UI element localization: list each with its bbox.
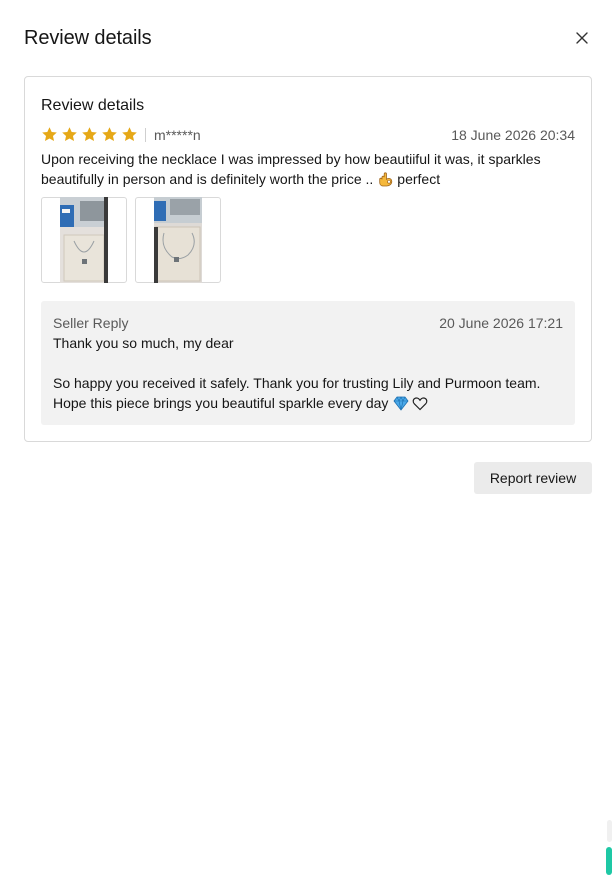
star-icon (82, 127, 97, 142)
seller-reply-date: 20 June 2026 17:21 (439, 315, 563, 331)
heart-outline-icon (413, 396, 428, 410)
seller-reply-line-3-text: Hope this piece brings you beautiful spa… (53, 395, 389, 411)
seller-reply: Seller Reply 20 June 2026 17:21 Thank yo… (41, 301, 575, 425)
review-date: 18 June 2026 20:34 (451, 127, 575, 143)
close-icon (576, 32, 588, 44)
gem-emoji-icon (393, 395, 409, 411)
review-text-line-2: beautifully in person and is definitely … (41, 169, 571, 189)
scroll-indicator[interactable] (606, 847, 612, 875)
report-review-button[interactable]: Report review (474, 462, 592, 494)
modal-title: Review details (24, 27, 152, 49)
rating-row: m*****n 18 June 2026 20:34 (41, 125, 575, 145)
star-icon (102, 127, 117, 142)
review-photos (41, 197, 221, 283)
ok-hand-emoji-icon (379, 172, 393, 187)
seller-reply-line-1: Thank you so much, my dear (53, 335, 234, 351)
reviewer-username: m*****n (154, 127, 201, 143)
scroll-track (607, 820, 612, 842)
seller-reply-line-3: Hope this piece brings you beautiful spa… (53, 393, 428, 413)
star-rating (41, 126, 138, 143)
seller-reply-line-2: So happy you received it safely. Thank y… (53, 375, 541, 391)
necklace-photo-icon (154, 197, 202, 283)
review-details-modal: Review details Review details m*****n 18… (0, 0, 616, 889)
seller-reply-label: Seller Reply (53, 315, 129, 331)
star-icon (122, 127, 137, 142)
star-icon (62, 127, 77, 142)
modal-header: Review details (24, 24, 592, 52)
review-text-line-2-start: beautifully in person and is definitely … (41, 171, 374, 187)
close-button[interactable] (572, 28, 592, 48)
review-card: Review details m*****n 18 June 2026 20:3… (24, 76, 592, 442)
review-photo-thumbnail[interactable] (41, 197, 127, 283)
rating-divider (145, 128, 146, 142)
necklace-photo-icon (60, 197, 108, 283)
review-section-title: Review details (41, 97, 145, 114)
review-text-line-1: Upon receiving the necklace I was impres… (41, 151, 541, 167)
review-text-line-2-end: perfect (397, 171, 441, 187)
review-photo-thumbnail[interactable] (135, 197, 221, 283)
star-icon (42, 127, 57, 142)
review-text: Upon receiving the necklace I was impres… (41, 149, 571, 189)
